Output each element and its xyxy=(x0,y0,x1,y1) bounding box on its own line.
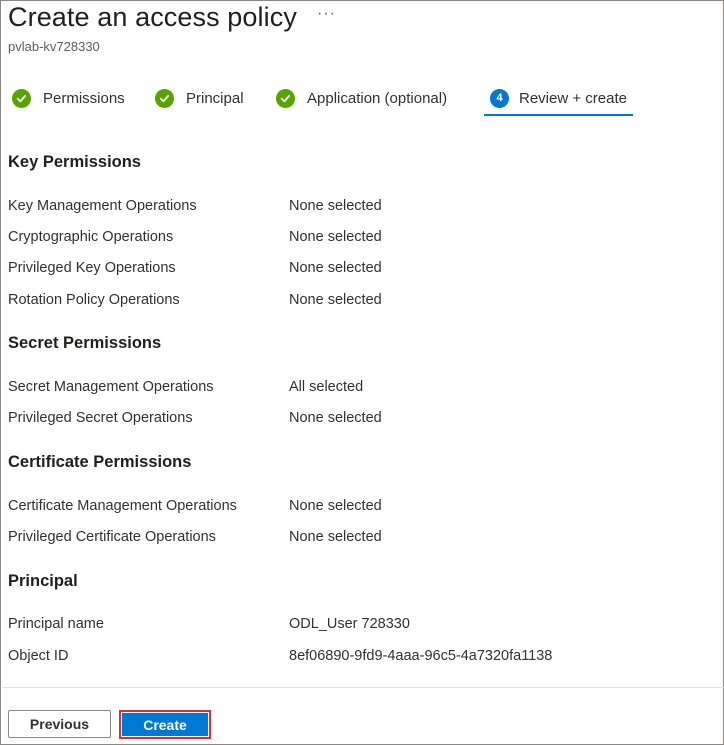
section-heading-principal: Principal xyxy=(8,572,78,590)
row-value: All selected xyxy=(289,379,364,395)
step-application[interactable]: Application (optional) xyxy=(276,81,447,115)
row-label: Privileged Secret Operations xyxy=(8,410,193,426)
step-number-badge: 4 xyxy=(490,88,509,108)
create-button-highlight: Create xyxy=(119,710,211,739)
active-step-underline xyxy=(484,114,633,116)
section-heading-secret-permissions: Secret Permissions xyxy=(8,334,162,352)
previous-button[interactable]: Previous xyxy=(8,710,111,738)
row-value: 8ef06890-9fd9-4aaa-96c5-4a7320fa1138 xyxy=(289,648,553,664)
row-value: None selected xyxy=(289,229,382,245)
more-options-icon[interactable]: ··· xyxy=(317,5,336,23)
check-circle-icon xyxy=(276,88,295,108)
row-value: None selected xyxy=(289,292,382,308)
footer-divider xyxy=(2,687,724,688)
row-value: ODL_User 728330 xyxy=(289,616,410,632)
step-review-create[interactable]: 4 Review + create xyxy=(490,81,627,115)
row-label: Privileged Key Operations xyxy=(8,260,176,276)
row-label: Cryptographic Operations xyxy=(8,229,174,245)
row-label: Key Management Operations xyxy=(8,198,197,214)
row-value: None selected xyxy=(289,198,382,214)
check-circle-icon xyxy=(12,88,31,108)
step-permissions[interactable]: Permissions xyxy=(12,81,125,115)
row-label: Object ID xyxy=(8,648,69,664)
section-heading-certificate-permissions: Certificate Permissions xyxy=(8,453,192,471)
step-label: Application (optional) xyxy=(307,89,448,107)
page-title: Create an access policy xyxy=(8,2,297,32)
section-heading-key-permissions: Key Permissions xyxy=(8,153,141,171)
row-value: None selected xyxy=(289,410,382,426)
step-label: Review + create xyxy=(519,89,627,107)
step-principal[interactable]: Principal xyxy=(155,81,244,115)
step-label: Principal xyxy=(186,89,244,107)
step-label: Permissions xyxy=(43,89,125,107)
row-label: Rotation Policy Operations xyxy=(8,292,180,308)
create-access-policy-panel: Create an access policy ··· pvlab-kv7283… xyxy=(0,0,724,745)
row-label: Secret Management Operations xyxy=(8,379,214,395)
page-subtitle: pvlab-kv728330 xyxy=(8,39,100,54)
row-value: None selected xyxy=(289,529,382,545)
row-value: None selected xyxy=(289,498,382,514)
row-label: Privileged Certificate Operations xyxy=(8,529,216,545)
row-label: Principal name xyxy=(8,616,104,632)
check-circle-icon xyxy=(155,88,174,108)
create-button[interactable]: Create xyxy=(122,713,208,736)
row-label: Certificate Management Operations xyxy=(8,498,237,514)
row-value: None selected xyxy=(289,260,382,276)
